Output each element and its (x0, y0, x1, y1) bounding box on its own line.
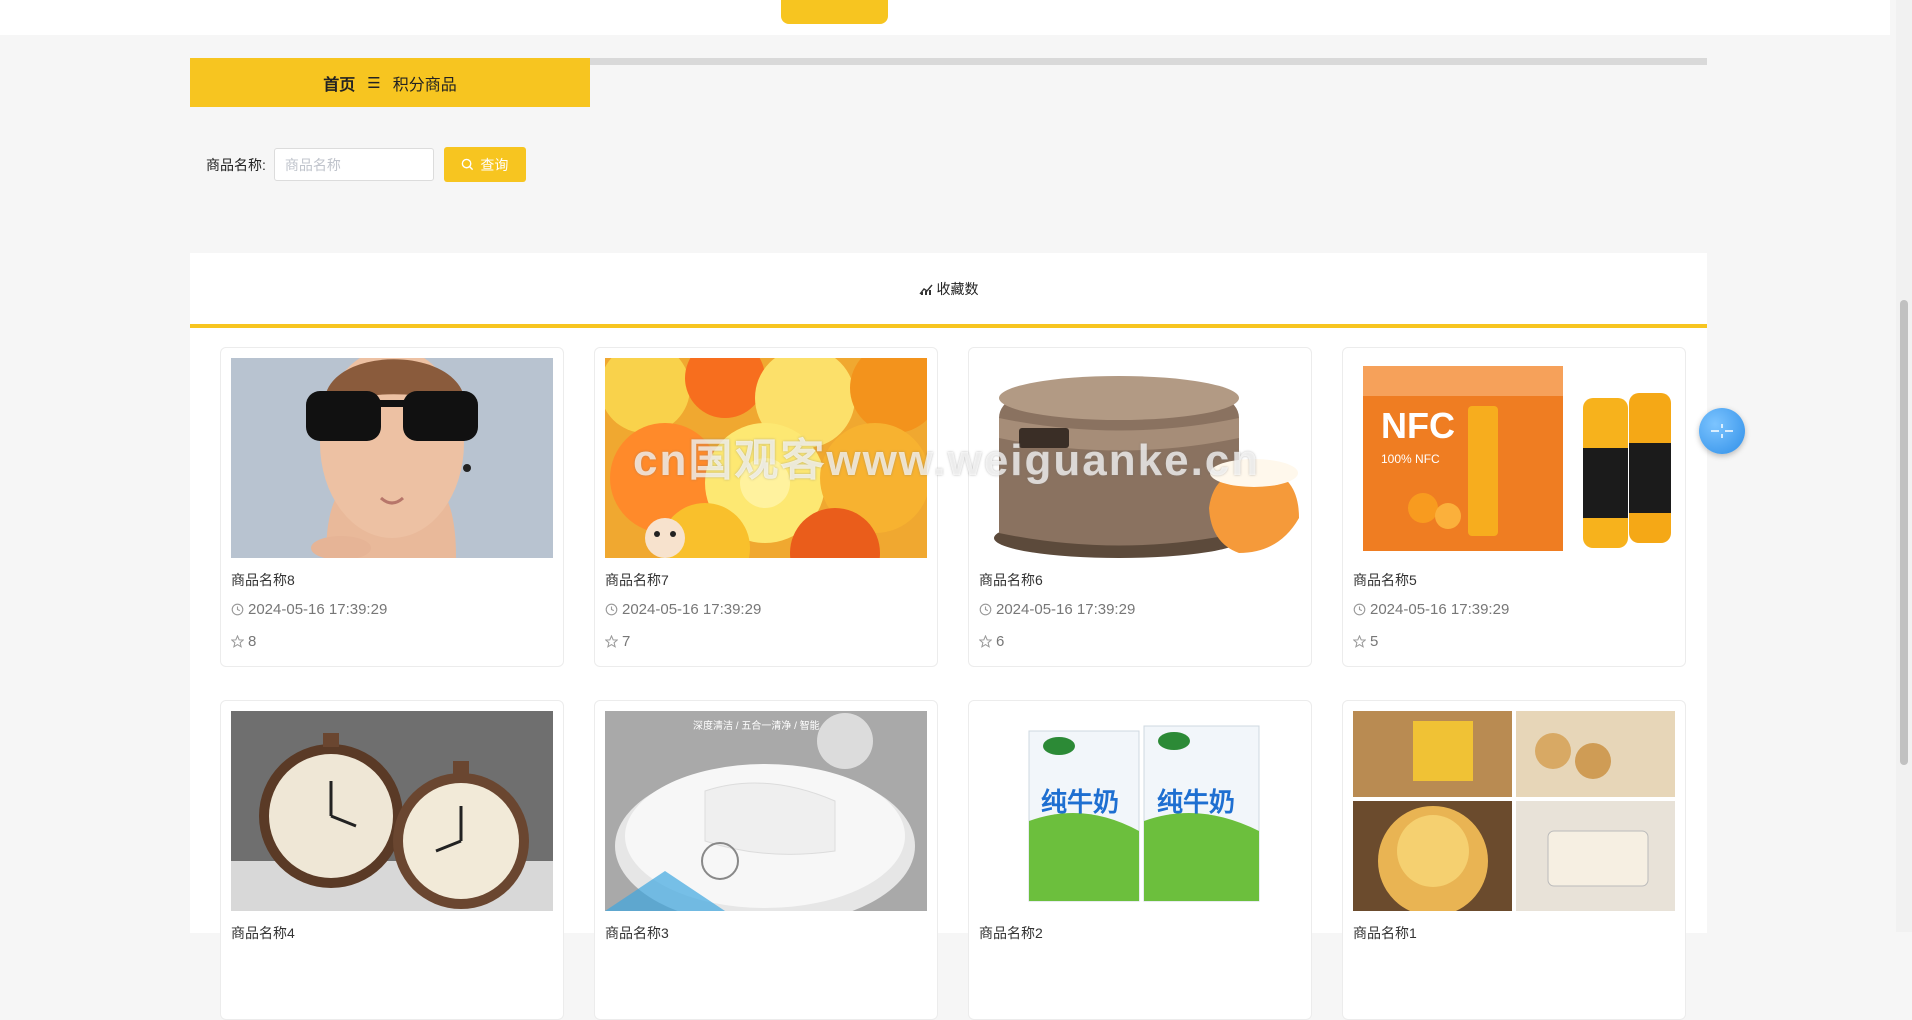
product-favorite-count: 5 (1353, 633, 1378, 650)
breadcrumb: 首页 ☰ 积分商品 (190, 58, 590, 107)
search-icon (462, 158, 474, 171)
juice-box-brand: NFC (1381, 405, 1455, 446)
search-input[interactable] (273, 148, 434, 181)
vacuum-caption: 深度清洁 / 五合一清净 / 智能 (693, 719, 820, 732)
product-card[interactable]: 商品名称6 2024-05-16 17:39:29 6 (968, 347, 1312, 667)
juice-box-sub: 100% NFC (1381, 452, 1440, 466)
product-card[interactable]: 纯牛奶 纯牛奶 商品名称2 (968, 700, 1312, 1020)
product-time: 2024-05-16 17:39:29 (231, 601, 387, 618)
vertical-scrollbar[interactable] (1896, 0, 1912, 932)
product-time: 2024-05-16 17:39:29 (605, 601, 761, 618)
breadcrumb-divider (590, 58, 1707, 65)
product-card[interactable]: 商品名称4 (220, 700, 564, 1020)
product-name[interactable]: 商品名称1 (1353, 923, 1417, 943)
star-icon (1353, 635, 1366, 648)
star-icon (605, 635, 618, 648)
product-name[interactable]: 商品名称8 (231, 570, 295, 590)
product-favorite-count: 6 (979, 633, 1004, 650)
floating-action-button[interactable] (1699, 408, 1745, 454)
breadcrumb-home[interactable]: 首页 (323, 71, 355, 95)
product-name[interactable]: 商品名称6 (979, 570, 1043, 590)
chart-icon (918, 284, 933, 295)
product-time: 2024-05-16 17:39:29 (979, 601, 1135, 618)
milk-text-right: 纯牛奶 (1157, 787, 1235, 818)
product-card[interactable]: 深度清洁 / 五合一清净 / 智能 商品名称3 (594, 700, 938, 1020)
watermark-text: cn国观客www.weiguanke.cn (633, 436, 1261, 485)
product-favorite-count: 8 (231, 633, 256, 650)
product-time: 2024-05-16 17:39:29 (1353, 601, 1509, 618)
product-image[interactable] (231, 711, 553, 911)
clock-icon (1353, 603, 1366, 616)
clock-icon (979, 603, 992, 616)
product-card[interactable]: NFC 100% NFC 商品名称5 2024-05-16 17:39:29 5 (1342, 347, 1686, 667)
search-label: 商品名称: (206, 156, 266, 173)
star-icon (231, 635, 244, 648)
product-image[interactable]: 纯牛奶 纯牛奶 (979, 711, 1301, 911)
query-button-label: 查询 (480, 156, 509, 173)
product-card[interactable]: 商品名称8 2024-05-16 17:39:29 8 (220, 347, 564, 667)
search-bar: 商品名称: 查询 (206, 147, 526, 182)
query-button[interactable]: 查询 (443, 147, 526, 182)
top-nav-bar (0, 0, 1890, 35)
product-card[interactable]: 商品名称1 (1342, 700, 1686, 1020)
product-image[interactable]: NFC 100% NFC (1353, 358, 1675, 558)
product-image[interactable] (1353, 711, 1675, 911)
breadcrumb-separator-icon: ☰ (367, 74, 381, 92)
scrollbar-thumb[interactable] (1900, 300, 1908, 765)
product-image[interactable]: 深度清洁 / 五合一清净 / 智能 (605, 711, 927, 911)
breadcrumb-current: 积分商品 (392, 76, 457, 94)
product-name[interactable]: 商品名称7 (605, 570, 669, 590)
milk-text-left: 纯牛奶 (1041, 787, 1119, 818)
product-name[interactable]: 商品名称5 (1353, 570, 1417, 590)
crosshair-icon (1711, 424, 1733, 438)
clock-icon (605, 603, 618, 616)
product-card[interactable]: 商品名称7 2024-05-16 17:39:29 7 (594, 347, 938, 667)
product-name[interactable]: 商品名称2 (979, 923, 1043, 943)
product-name[interactable]: 商品名称3 (605, 923, 669, 943)
product-name[interactable]: 商品名称4 (231, 923, 295, 943)
product-favorite-count: 7 (605, 633, 630, 650)
product-image[interactable] (231, 358, 553, 558)
panel-title: 收藏数 (936, 280, 979, 297)
star-icon (979, 635, 992, 648)
favorites-panel: 收藏数 商品名称8 2024-05-16 17:39:29 8 商品名称7 20… (190, 253, 1707, 1020)
top-nav-active-tab[interactable] (781, 0, 888, 24)
panel-header: 收藏数 (190, 253, 1707, 328)
clock-icon (231, 603, 244, 616)
